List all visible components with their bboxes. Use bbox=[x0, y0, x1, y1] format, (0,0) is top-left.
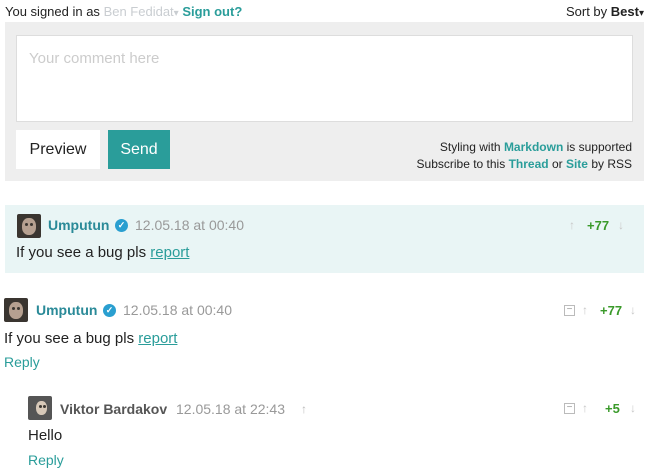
site-rss-link[interactable]: Site bbox=[566, 157, 588, 171]
sort-value[interactable]: Best bbox=[611, 4, 639, 19]
user-caret-icon[interactable]: ▾ bbox=[174, 8, 179, 19]
comment-highlighted: Umputun ✓ 12.05.18 at 00:40 ↑ +77 ↓ If y… bbox=[5, 205, 644, 273]
comment-time[interactable]: 12.05.18 at 00:40 bbox=[123, 302, 232, 318]
comment-text: If you see a bug pls bbox=[4, 330, 135, 347]
comment-body: Hello bbox=[28, 427, 63, 444]
thread-rss-link[interactable]: Thread bbox=[509, 157, 549, 171]
user-menu[interactable]: Ben Fedidat▾ bbox=[104, 4, 179, 19]
top-bar: You signed in as Ben Fedidat▾ Sign out? … bbox=[0, 0, 652, 22]
upvote-icon[interactable]: ↑ bbox=[569, 218, 575, 232]
downvote-icon[interactable]: ↓ bbox=[630, 303, 636, 317]
avatar[interactable] bbox=[4, 298, 28, 322]
comment-input[interactable]: Your comment here bbox=[16, 35, 633, 122]
comment-score: +77 bbox=[587, 218, 610, 233]
avatar[interactable] bbox=[28, 396, 52, 420]
reply-link[interactable]: Reply bbox=[4, 354, 40, 370]
markdown-link[interactable]: Markdown bbox=[504, 140, 563, 154]
comment-score: +5 bbox=[605, 401, 620, 416]
subscribe-prefix: Subscribe to this bbox=[416, 157, 506, 171]
styling-prefix: Styling with bbox=[439, 140, 501, 154]
sort-prefix: Sort by bbox=[565, 4, 608, 19]
downvote-icon[interactable]: ↓ bbox=[630, 401, 636, 415]
send-button[interactable]: Send bbox=[108, 130, 170, 169]
report-link[interactable]: report bbox=[150, 244, 189, 261]
avatar[interactable] bbox=[17, 214, 41, 238]
signed-in-prefix: You signed in as bbox=[5, 4, 100, 19]
styling-suffix: is supported bbox=[566, 140, 632, 154]
comment-author[interactable]: Umputun bbox=[36, 302, 97, 318]
comment: Umputun ✓ 12.05.18 at 00:40 − ↑ +77 ↓ If… bbox=[0, 290, 652, 380]
composer-info: Styling with Markdown is supported Subsc… bbox=[417, 139, 632, 173]
sort-caret-icon[interactable]: ▾ bbox=[639, 8, 644, 19]
collapse-icon[interactable]: − bbox=[564, 403, 575, 414]
comment-time[interactable]: 12.05.18 at 22:43 bbox=[176, 401, 285, 417]
comment-composer: Your comment here Preview Send Styling w… bbox=[5, 22, 644, 181]
comment-time[interactable]: 12.05.18 at 00:40 bbox=[135, 217, 244, 233]
comment-body: If you see a bug pls report bbox=[16, 244, 189, 261]
subscribe-note: Subscribe to this Thread or Site by RSS bbox=[417, 156, 632, 173]
comment-author[interactable]: Umputun bbox=[48, 217, 109, 233]
comment-reply: Viktor Bardakov 12.05.18 at 22:43 ↑ − ↑ … bbox=[0, 390, 652, 475]
reply-link[interactable]: Reply bbox=[28, 452, 64, 468]
report-link[interactable]: report bbox=[138, 330, 177, 347]
sort-selector[interactable]: Sort by Best▾ bbox=[566, 4, 644, 19]
comment-body: If you see a bug pls report bbox=[4, 330, 177, 347]
verified-icon: ✓ bbox=[115, 219, 128, 232]
comment-score: +77 bbox=[600, 303, 623, 318]
rss-suffix: by RSS bbox=[591, 157, 632, 171]
sign-out-link[interactable]: Sign out? bbox=[182, 4, 242, 19]
preview-button[interactable]: Preview bbox=[16, 130, 100, 169]
upvote-icon[interactable]: ↑ bbox=[582, 303, 588, 317]
styling-note: Styling with Markdown is supported bbox=[417, 139, 632, 156]
downvote-icon[interactable]: ↓ bbox=[618, 218, 624, 232]
parent-link-icon[interactable]: ↑ bbox=[301, 402, 307, 416]
user-name[interactable]: Ben Fedidat bbox=[104, 4, 174, 19]
or-text: or bbox=[551, 157, 563, 171]
collapse-icon[interactable]: − bbox=[564, 305, 575, 316]
comment-author[interactable]: Viktor Bardakov bbox=[60, 401, 167, 417]
verified-icon: ✓ bbox=[103, 304, 116, 317]
upvote-icon[interactable]: ↑ bbox=[582, 401, 588, 415]
comment-text: If you see a bug pls bbox=[16, 244, 147, 261]
signed-in-info: You signed in as Ben Fedidat▾ Sign out? bbox=[5, 4, 242, 19]
